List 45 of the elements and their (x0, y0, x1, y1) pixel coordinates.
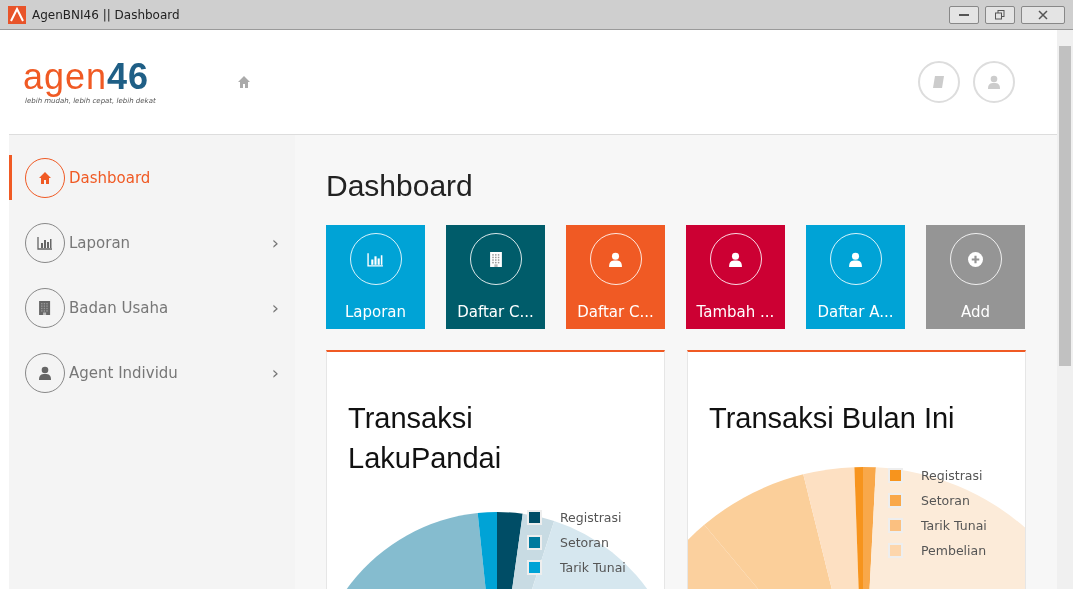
legend-label: Registrasi (560, 510, 622, 525)
home-icon (38, 170, 52, 185)
legend-label: Registrasi (921, 468, 983, 483)
chevron-icon: › (271, 232, 279, 253)
close-button[interactable] (1021, 5, 1065, 24)
user-icon (848, 251, 863, 267)
legend-label: Setoran (921, 493, 970, 508)
restore-button[interactable] (985, 5, 1015, 24)
shortcut-tile[interactable]: Daftar A... (806, 225, 905, 329)
bar-chart-icon (367, 251, 384, 267)
legend-label: Setoran (560, 535, 609, 550)
sidebar-item[interactable]: Badan Usaha › (9, 285, 295, 330)
app-icon (8, 5, 26, 24)
home-icon (237, 75, 251, 89)
legend-label: Tarik Tunai (921, 518, 987, 533)
profile-button[interactable] (973, 61, 1015, 103)
user-icon (987, 75, 1001, 89)
minimize-button[interactable] (949, 5, 979, 24)
chevron-icon: › (271, 297, 279, 318)
shortcut-tile[interactable]: Daftar C... (446, 225, 545, 329)
window-title: AgenBNI46 || Dashboard (32, 7, 181, 22)
book-button[interactable] (918, 61, 960, 103)
scrollbar[interactable] (1057, 30, 1073, 589)
shortcut-tile[interactable]: Add (926, 225, 1025, 329)
card-title: Transaksi LakuPandai (348, 401, 503, 476)
card-title: Transaksi Bulan Ini (709, 401, 956, 436)
restore-icon (995, 9, 1005, 20)
legend-label: Tarik Tunai (560, 560, 626, 575)
user-icon (38, 365, 52, 380)
shortcut-tile[interactable]: Daftar C... (566, 225, 665, 329)
bar-chart-icon (37, 235, 53, 250)
legend-label: Pembelian (921, 543, 987, 558)
logo-text: agen46 (23, 59, 151, 95)
sidebar-item[interactable]: Laporan › (9, 220, 295, 265)
close-icon (1038, 9, 1048, 20)
building-icon (39, 300, 51, 315)
sidebar-item[interactable]: Agent Individu › (9, 350, 295, 395)
shortcut-tile[interactable]: Laporan (326, 225, 425, 329)
chevron-icon: › (271, 362, 279, 383)
plus-icon (968, 251, 983, 267)
building-icon (489, 251, 502, 267)
user-icon (728, 251, 743, 267)
user-icon (608, 251, 623, 267)
shortcut-tile[interactable]: Tambah ... (686, 225, 785, 329)
page-title: Dashboard (326, 169, 474, 203)
